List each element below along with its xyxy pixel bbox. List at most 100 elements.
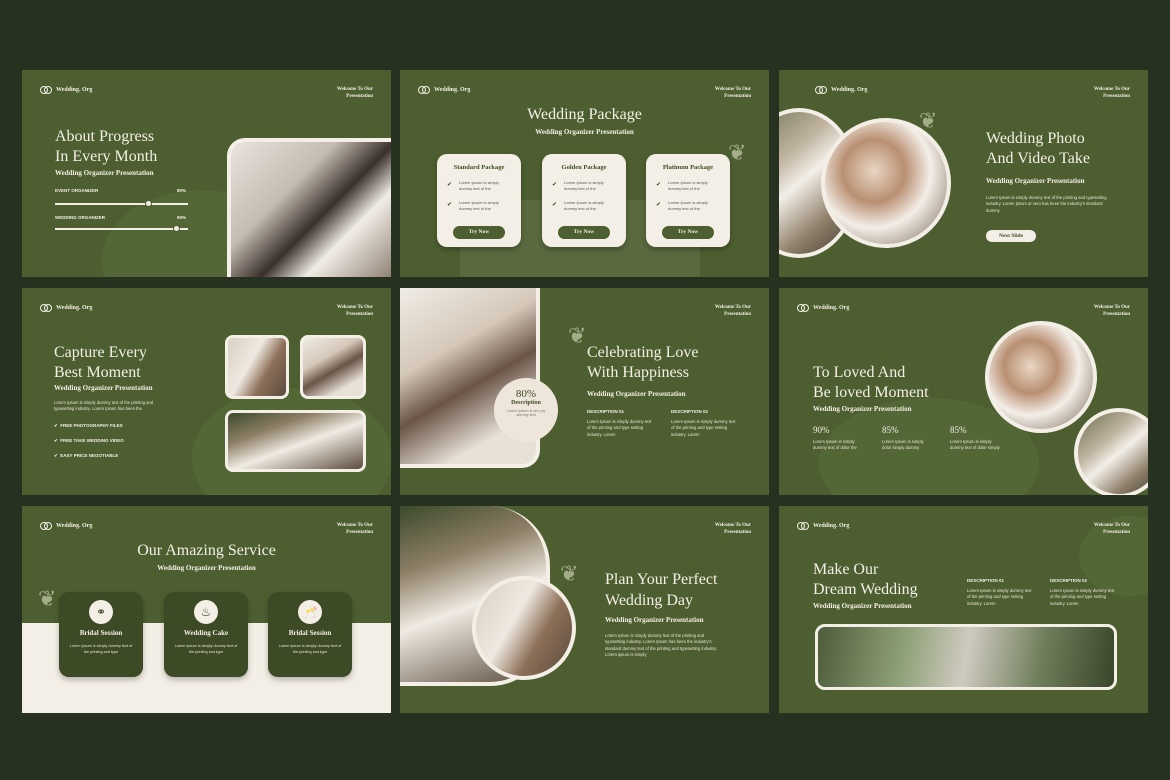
check-icon: ✔ <box>447 202 453 208</box>
check-icon: ✔ <box>447 182 453 188</box>
stat-pct: 85% <box>882 425 899 435</box>
slide-celebrating-love[interactable]: 80% Description Lorem ipsum is sim ply d… <box>400 288 769 495</box>
slide-subtitle: Wedding Organizer Presentation <box>986 177 1085 185</box>
slide-amazing-service[interactable]: Wedding. Org Welcome To Our Presentation… <box>22 506 391 713</box>
badge-label: Description <box>511 400 541 406</box>
rings-icon: ⚭ <box>89 600 113 624</box>
moment-photo-1 <box>225 335 289 399</box>
leaf-icon: ❦ <box>568 323 587 348</box>
logo-text: Wedding. Org <box>813 523 850 529</box>
slide-subtitle: Wedding Organizer Presentation <box>587 390 686 398</box>
slide-about-progress[interactable]: Wedding. Org About Progress In Every Mon… <box>22 70 391 277</box>
leaf-icon: ❦ <box>38 586 57 611</box>
slide-subtitle: Wedding Organizer Presentation <box>813 405 912 413</box>
check-icon: ✔ <box>552 202 558 208</box>
logo: Wedding. Org <box>797 522 849 530</box>
package-text: Lorem Ipsum is simply dummy text of the <box>459 180 499 191</box>
moment-photo-3 <box>225 410 366 472</box>
landscape-couple-photo <box>815 624 1117 690</box>
logo-text: Wedding. Org <box>831 87 868 93</box>
rings-icon <box>40 522 52 530</box>
progress-knob[interactable] <box>173 225 180 232</box>
welcome-text: Welcome To Our Presentation <box>336 305 373 317</box>
progress-knob[interactable] <box>145 200 152 207</box>
package-card-standard[interactable]: Standard Package ✔ Lorem Ipsum is simply… <box>437 154 521 247</box>
package-name: Golden Package <box>561 164 607 171</box>
couple-photo <box>227 138 391 277</box>
service-card[interactable]: 🥂 Bridal Session Lorem Ipsum is simply d… <box>268 592 352 677</box>
couple-photo-front <box>821 118 951 248</box>
slide-subtitle: Wedding Organizer Presentation <box>605 616 704 624</box>
progress-pct-wedding: 90% <box>177 215 187 220</box>
slide-title: Our Amazing Service <box>137 542 276 559</box>
badge-pct: 80% <box>515 388 537 400</box>
leaf-icon: ❦ <box>560 561 579 586</box>
description-text-2: Lorem Ipsum is simply dummy text of the … <box>1050 588 1115 606</box>
slide-capture-moment[interactable]: Wedding. Org Welcome To Our Presentation… <box>22 288 391 495</box>
stat-text: Lorem Ipsum is simply dummy text of dolo… <box>950 439 1000 451</box>
logo: Wedding. Org <box>418 86 470 94</box>
slide-plan-wedding[interactable]: ❦ Welcome To Our Presentation Plan Your … <box>400 506 769 713</box>
slide-wedding-package[interactable]: Wedding. Org Welcome To Our Presentation… <box>400 70 769 277</box>
logo: Wedding. Org <box>40 86 92 94</box>
rings-hands-photo <box>472 576 576 680</box>
try-now-button[interactable]: Try Now <box>558 226 610 239</box>
logo-text: Wedding. Org <box>56 523 93 529</box>
try-now-button[interactable]: Try Now <box>662 226 714 239</box>
slide-title-line1: Make Our <box>813 561 879 578</box>
welcome-text: Welcome To Our Presentation <box>714 87 751 99</box>
slide-subtitle: Wedding Organizer Presentation <box>535 128 634 136</box>
slide-title-line1: Plan Your Perfect <box>605 571 718 588</box>
stat-pct: 85% <box>950 425 967 435</box>
couple-photo-circle <box>985 321 1097 433</box>
slide-dream-wedding[interactable]: Wedding. Org Welcome To Our Presentation… <box>779 506 1148 713</box>
slide-title-line2: Wedding Day <box>605 592 694 609</box>
progress-label-wedding: WEDDING ORGANIZER <box>55 215 105 220</box>
logo-text: Wedding. Org <box>813 305 850 311</box>
feature-label: FREE PHOTOGRAPHY FILES <box>60 423 123 428</box>
slide-title-line1: About Progress <box>55 128 155 145</box>
package-card-golden[interactable]: Golden Package ✔ Lorem Ipsum is simply d… <box>542 154 626 247</box>
rings-icon <box>797 522 809 530</box>
body-text: Lorem Ipsum is simply dummy text of the … <box>986 195 1107 213</box>
slide-wedding-photo[interactable]: ❦ Wedding. Org Welcome To Our Presentati… <box>779 70 1148 277</box>
package-text: Lorem Ipsum is simply dummy text of the <box>459 200 499 211</box>
description-heading-2: DESCRIPTION 02 <box>671 409 709 414</box>
logo: Wedding. Org <box>40 304 92 312</box>
leaf-icon: ❦ <box>728 140 747 165</box>
slide-subtitle: Wedding Organizer Presentation <box>813 602 912 610</box>
slide-title-line2: In Every Month <box>55 148 158 165</box>
rings-icon <box>418 86 430 94</box>
service-card[interactable]: ♨ Wedding Cake Lorem Ipsum is simply dum… <box>164 592 248 677</box>
progress-pct-event: 80% <box>177 188 187 193</box>
feature-item: ✔ FREE PHOTOGRAPHY FILES <box>54 423 123 429</box>
logo-text: Wedding. Org <box>434 87 471 93</box>
logo: Wedding. Org <box>815 86 867 94</box>
leaf-icon: ❦ <box>919 108 938 133</box>
next-slide-button[interactable]: Next Slide <box>986 230 1036 242</box>
package-name: Platinum Package <box>662 164 714 171</box>
feature-item: ✔ FREE TAKE WEDDING VIDEO <box>54 438 124 444</box>
description-text-1: Lorem Ipsum is simply dummy text of the … <box>587 419 652 437</box>
slide-loved-moment[interactable]: Wedding. Org Welcome To Our Presentation… <box>779 288 1148 495</box>
service-card[interactable]: ⚭ Bridal Session Lorem Ipsum is simply d… <box>59 592 143 677</box>
try-now-button[interactable]: Try Now <box>453 226 505 239</box>
cake-icon: ♨ <box>194 600 218 624</box>
welcome-text: Welcome To Our Presentation <box>336 523 373 535</box>
package-name: Standard Package <box>453 164 505 171</box>
rings-icon <box>797 304 809 312</box>
moment-photo-2 <box>300 335 366 399</box>
service-name: Bridal Session <box>288 629 332 637</box>
logo: Wedding. Org <box>797 304 849 312</box>
guests-photo-circle <box>1074 408 1148 495</box>
logo-text: Wedding. Org <box>56 305 93 311</box>
welcome-text: Welcome To Our Presentation <box>1093 305 1130 317</box>
package-card-platinum[interactable]: Platinum Package ✔ Lorem Ipsum is simply… <box>646 154 730 247</box>
package-text: Lorem Ipsum is simply dummy text of the <box>668 180 708 191</box>
rings-icon <box>40 86 52 94</box>
stat-text: Lorem Ipsum is simply dummy text of dolo… <box>813 439 857 451</box>
rings-icon <box>40 304 52 312</box>
progress-bar-wedding <box>55 225 188 232</box>
badge-text: Lorem ipsum is sim ply dummy text <box>506 409 546 417</box>
slide-subtitle: Wedding Organizer Presentation <box>55 169 154 177</box>
